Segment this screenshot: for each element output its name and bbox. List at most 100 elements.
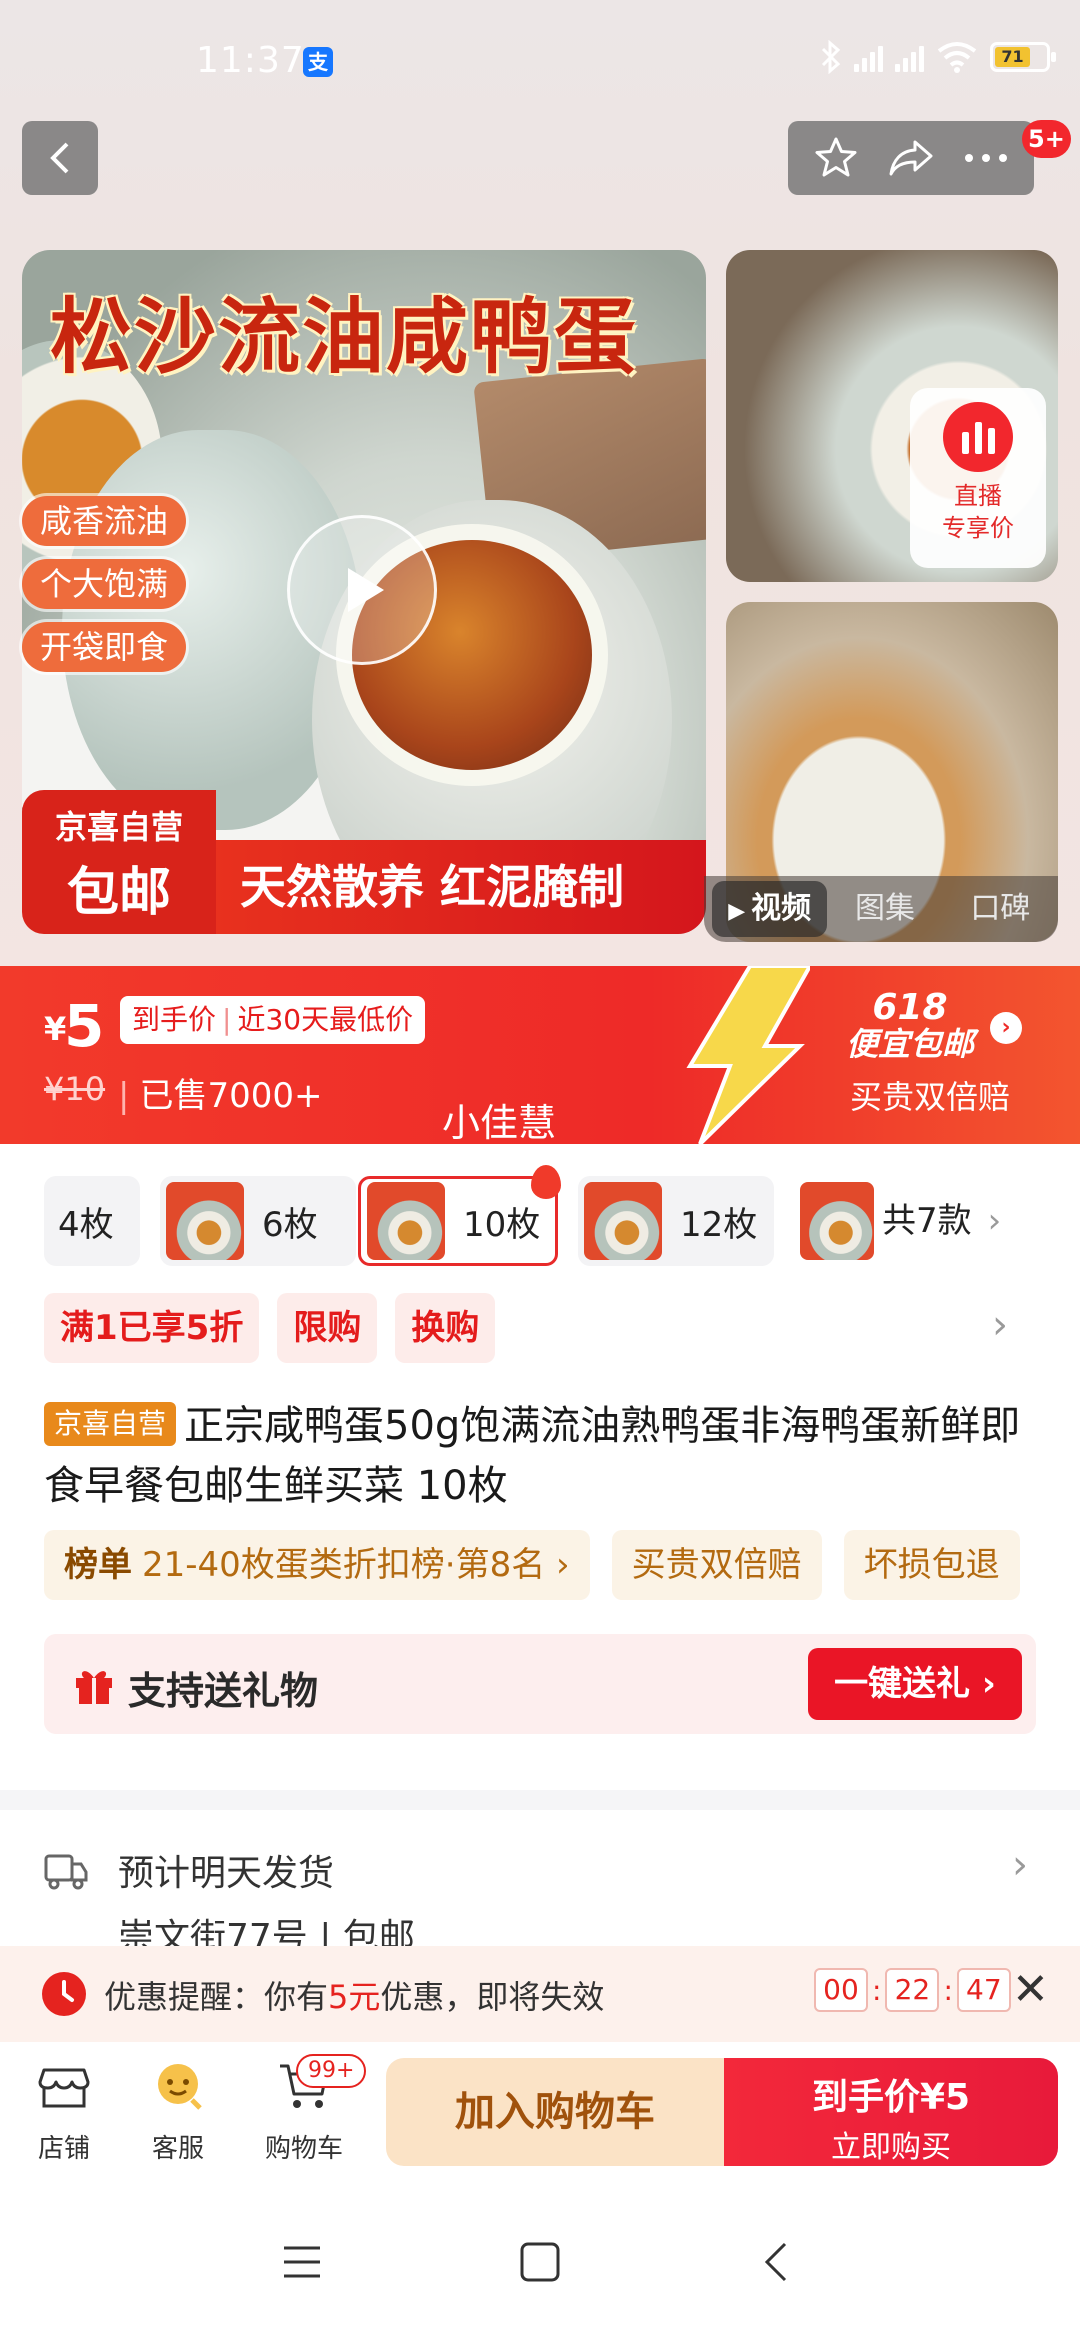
customer-service-icon [158,2064,202,2110]
store-icon [38,2068,90,2108]
sku-option[interactable]: 4枚 [44,1176,140,1266]
ranking-text: 21-40枚蛋类折扣榜·第8名 › [142,1545,570,1585]
image-headline: 松沙流油咸鸭蛋 [50,290,639,385]
promo-tags[interactable]: 满1已享5折 限购 换购 [44,1293,496,1363]
play-video-button[interactable] [287,515,437,665]
live-icon [943,402,1013,472]
sku-option[interactable] [794,1176,874,1266]
reminder-text: 优惠提醒：你有5元优惠，即将失效 [104,1972,604,2018]
sku-thumbnail [367,1182,445,1260]
sku-label: 10枚 [463,1204,541,1245]
status-bar: 11:37 支 71 [0,0,1080,120]
store-button[interactable]: 店铺 [14,2056,114,2165]
gift-icon [76,1671,112,1704]
service-button[interactable]: 客服 [128,2056,228,2165]
ship-badge-line2: 包邮 [66,863,171,923]
sku-option[interactable]: 12枚 [578,1176,774,1266]
countdown-colon: : [943,1973,953,2007]
guarantee-chip[interactable]: 坏损包退 [843,1530,1020,1600]
ranking-label: 榜单 [64,1545,132,1585]
tab-gallery[interactable]: 图集 [827,881,942,937]
clock-icon [42,1972,86,2016]
tab-video[interactable]: ▶ 视频 [712,881,828,937]
battery-level: 71 [995,47,1030,67]
system-back-button[interactable] [746,2232,806,2292]
original-price: ¥10 [44,1070,106,1108]
favorite-button[interactable] [806,128,866,188]
system-navigation [0,2182,1080,2340]
sku-thumbnail [584,1182,662,1260]
price-chip-a: 到手价 [132,1003,217,1036]
price-chip-divider: | [222,1003,232,1036]
add-to-cart-button[interactable]: 加入购物车 [386,2058,724,2166]
store-label: 店铺 [37,2134,90,2164]
promo-tag: 限购 [277,1293,378,1363]
sku-label: 4枚 [58,1204,114,1245]
sku-more-button[interactable]: 共7款 › [882,1176,1001,1266]
sku-label: 12枚 [680,1204,758,1245]
sku-selector: 4枚 6枚 10枚 12枚 共7款 › [44,1165,1080,1268]
live-label-1: 直播 [954,482,1002,510]
more-button[interactable] [956,128,1016,188]
feature-tag: 开袋即食 [22,622,187,672]
live-label-2: 专享价 [942,514,1014,542]
price-chip: 到手价 | 近30天最低价 [120,996,426,1044]
countdown-minutes: 22 [885,1968,940,2012]
tab-reviews[interactable]: 口碑 [943,881,1058,937]
bottom-action-bar: 店铺 客服 购物车 99+ 加入购物车 到手价¥5 立即购买 [0,2042,1080,2182]
home-button[interactable] [510,2232,570,2292]
share-icon [889,140,933,176]
chevron-right-icon: › [1012,1842,1028,1888]
status-time: 11:37 [196,40,305,81]
promo-tag: 满1已享5折 [44,1293,260,1363]
more-icon [965,154,1008,162]
price-currency: ¥ [44,1010,67,1048]
shipping-row[interactable]: 预计明天发货 崇文街77号 | 包邮 › [0,1820,1080,1958]
chevron-right-icon[interactable]: › [992,1302,1008,1348]
ranking-chip[interactable]: 榜单 21-40枚蛋类折扣榜·第8名 › [44,1530,590,1600]
hot-flame-icon [531,1165,561,1199]
promo-618[interactable]: 618 便宜包邮 [846,990,974,1063]
alipay-icon: 支 [303,47,333,77]
send-gift-button[interactable]: 一键送礼 › [808,1648,1022,1720]
countdown-colon: : [872,1973,882,2007]
home-square-icon [520,2242,560,2282]
coupon-reminder: 优惠提醒：你有5元优惠，即将失效 00 : 22 : 47 ✕ [0,1946,1080,2042]
menu-button[interactable] [272,2232,332,2292]
reminder-prefix: 优惠提醒：你有 [104,1978,329,2016]
back-button[interactable] [22,121,98,195]
double-compensation: 买贵双倍赔 [850,1078,1011,1116]
share-button[interactable] [881,128,941,188]
guarantee-chip[interactable]: 买贵双倍赔 [611,1530,822,1600]
ranking-row: 榜单 21-40枚蛋类折扣榜·第8名 › 买贵双倍赔 坏损包退 [44,1530,1020,1600]
countdown-hours: 00 [814,1968,868,2012]
star-icon [815,137,857,177]
countdown-timer: 00 : 22 : 47 [814,1968,1011,2012]
menu-icon [284,2246,320,2278]
buy-now-button[interactable]: 到手价¥5 立即购买 [724,2058,1058,2166]
close-icon[interactable]: ✕ [1012,1964,1049,2015]
promo-arrow-icon[interactable]: › [990,1012,1022,1044]
promo-tag: 换购 [395,1293,496,1363]
countdown-seconds: 47 [956,1968,1011,2012]
cart-label: 购物车 [264,2134,343,2164]
sku-option-selected[interactable]: 10枚 [358,1165,561,1266]
live-price-button[interactable]: 直播 专享价 [910,388,1046,568]
chevron-left-icon [50,142,69,174]
section-divider [0,1790,1080,1810]
self-operated-badge: 京喜自营 [44,1402,177,1446]
media-tabs: ▶ 视频 图集 口碑 [704,876,1058,942]
self-operated-free-shipping-badge: 京喜自营 包邮 [22,790,216,934]
sold-text: 已售7000+ [139,1076,323,1116]
buy-now-label: 立即购买 [831,2130,951,2165]
sku-option[interactable]: 6枚 [160,1176,356,1266]
product-title: 京喜自营 正宗咸鸭蛋50g饱满流油熟鸭蛋非海鸭蛋新鲜即食早餐包邮生鲜买菜 10枚 [44,1396,1044,1516]
ship-badge-line1: 京喜自营 [54,808,183,846]
product-title-text: 正宗咸鸭蛋50g饱满流油熟鸭蛋非海鸭蛋新鲜即食早餐包邮生鲜买菜 10枚 [44,1403,1021,1509]
play-small-icon: ▶ [728,899,746,924]
feature-tag: 个大饱满 [22,559,187,609]
reminder-suffix: 优惠，即将失效 [380,1978,605,2016]
bluetooth-icon [821,40,841,74]
battery-icon: 71 [990,42,1056,72]
signal-icon [854,42,883,72]
